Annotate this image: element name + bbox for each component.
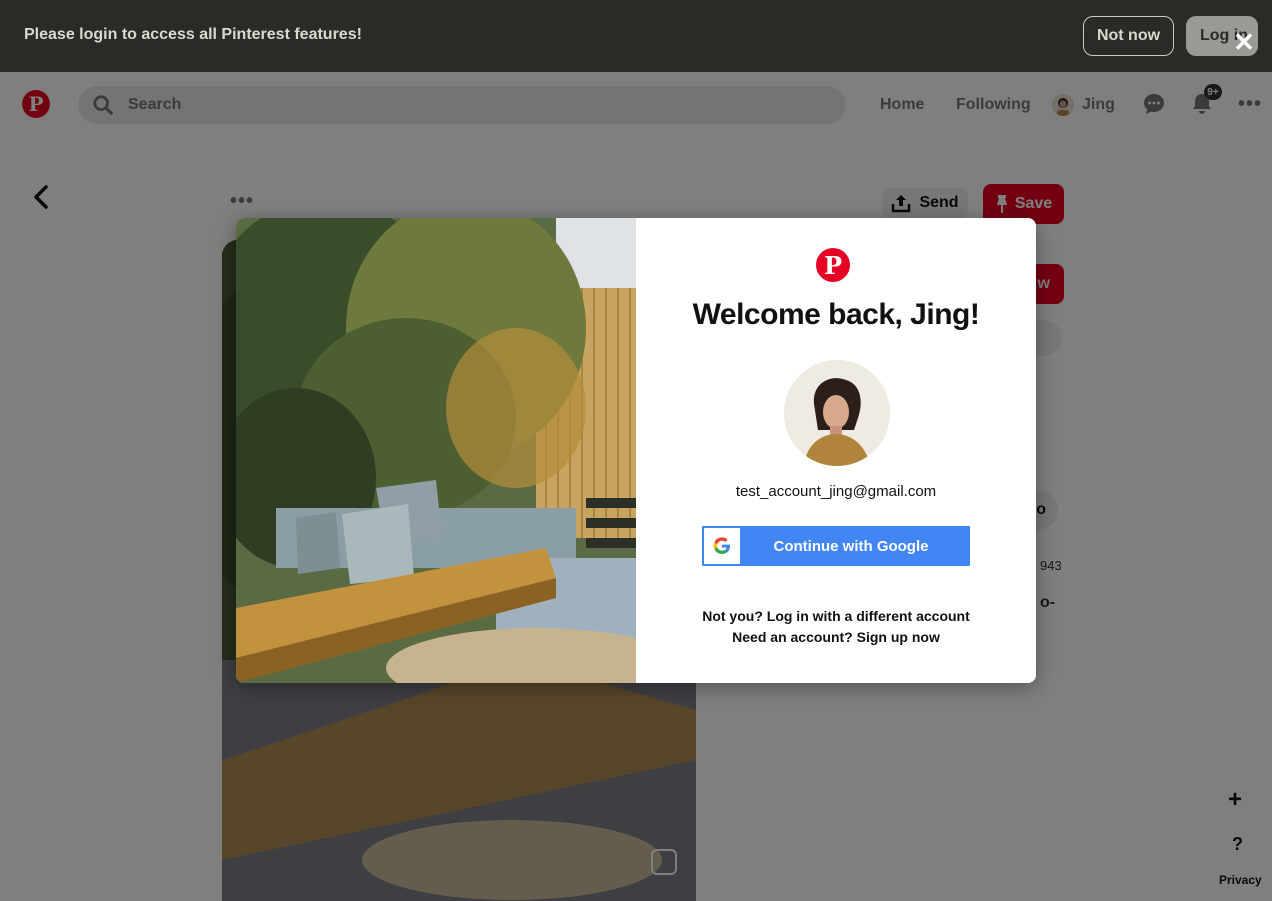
not-now-button[interactable]: Not now	[1083, 16, 1174, 56]
modal-logo-glyph: P	[823, 250, 843, 280]
welcome-back-modal: P Welcome back, Jing! test_account_jing@…	[236, 218, 1036, 683]
google-icon	[704, 528, 740, 564]
close-icon[interactable]: ✕	[1232, 29, 1256, 55]
account-email: test_account_jing@gmail.com	[735, 483, 937, 500]
user-profile-avatar	[784, 360, 890, 466]
modal-login-panel: P Welcome back, Jing! test_account_jing@…	[636, 218, 1036, 683]
not-now-label: Not now	[1096, 27, 1161, 44]
google-g-icon	[713, 537, 730, 554]
pinterest-logo-icon: P	[816, 248, 850, 282]
profile-photo	[784, 360, 890, 466]
modal-title: Welcome back, Jing!	[692, 298, 980, 331]
google-button-label: Continue with Google	[773, 537, 929, 555]
different-account-link[interactable]: Not you? Log in with a different account	[636, 608, 1036, 624]
modal-hero-image	[236, 218, 636, 683]
sign-up-link[interactable]: Need an account? Sign up now	[636, 629, 1036, 645]
continue-with-google-button[interactable]: Continue with Google	[702, 526, 970, 566]
garden-bench-photo	[236, 218, 636, 683]
login-banner: Please login to access all Pinterest fea…	[0, 0, 1272, 72]
banner-message: Please login to access all Pinterest fea…	[24, 26, 362, 43]
